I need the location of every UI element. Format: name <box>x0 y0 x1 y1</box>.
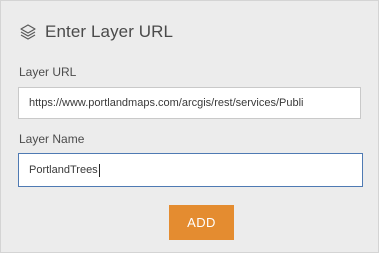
panel-header: Enter Layer URL <box>19 19 173 45</box>
layers-icon <box>19 23 37 41</box>
layer-name-label: Layer Name <box>19 132 85 146</box>
layer-name-value: PortlandTrees <box>29 164 98 176</box>
layer-url-value: https://www.portlandmaps.com/arcgis/rest… <box>29 97 304 109</box>
add-button[interactable]: ADD <box>169 205 234 240</box>
layer-url-label: Layer URL <box>19 65 77 79</box>
enter-layer-url-panel: Enter Layer URL Layer URL https://www.po… <box>0 0 379 253</box>
panel-title: Enter Layer URL <box>45 22 174 41</box>
layer-name-input[interactable]: PortlandTrees <box>18 153 363 187</box>
layer-url-input[interactable]: https://www.portlandmaps.com/arcgis/rest… <box>18 87 361 119</box>
text-caret <box>98 163 100 177</box>
